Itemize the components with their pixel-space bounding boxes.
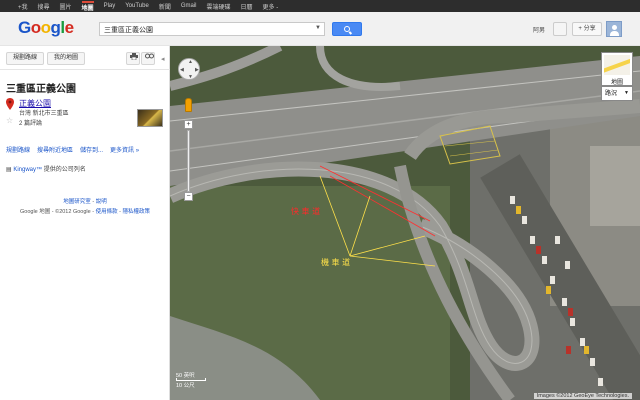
place-photo-thumbnail[interactable] xyxy=(137,109,163,127)
nav-item-news[interactable]: 新聞 xyxy=(159,2,171,11)
reviews-count[interactable]: 2 篇評論 xyxy=(19,118,42,127)
provider-brand-link[interactable]: Kingway™ xyxy=(13,167,42,173)
link-icon xyxy=(145,53,154,59)
search-icon xyxy=(344,26,350,32)
chevron-down-icon: ▼ xyxy=(624,90,629,96)
get-directions-button[interactable]: 規劃路線 xyxy=(6,52,44,65)
provider-text: 提供的公司列名 xyxy=(43,167,86,173)
place-actions: 規劃路線 搜尋附近地區 儲存到... 更多資訊 » xyxy=(6,145,139,154)
chevron-down-icon[interactable]: ▼ xyxy=(315,25,321,31)
nav-item-calendar[interactable]: 日曆 xyxy=(241,2,253,11)
map-scale: 50 英呎 10 公尺 xyxy=(176,371,236,391)
nav-item-play[interactable]: Play xyxy=(104,3,116,9)
pan-down-icon[interactable]: ▼ xyxy=(188,74,193,80)
zoom-out-button[interactable]: − xyxy=(184,192,193,201)
footer-link-privacy[interactable]: 隱私權政策 xyxy=(122,209,150,215)
building-icon: ▤ xyxy=(6,167,12,173)
nav-item-more[interactable]: 更多 - xyxy=(263,2,279,11)
top-nav-bar: +我 搜尋 圖片 地圖 Play YouTube 新聞 Gmail 雲端硬碟 日… xyxy=(0,0,640,12)
action-more-info-link[interactable]: 更多資訊 » xyxy=(110,145,139,154)
pan-right-icon[interactable]: ▶ xyxy=(195,67,199,73)
my-places-button[interactable]: 我的地圖 xyxy=(47,52,85,65)
map-type-thumbnail xyxy=(604,55,630,75)
header: Google 三重區正義公園 ▼ 阿男 + 分享 xyxy=(0,12,640,46)
annotation-fast-lane: 快 車 道 xyxy=(291,207,321,216)
footer-copyright: Google 地圖 - ©2012 Google - 使用條款 - 隱私權政策 xyxy=(19,209,150,215)
action-search-nearby-link[interactable]: 搜尋附近地區 xyxy=(37,145,73,154)
pan-up-icon[interactable]: ▲ xyxy=(188,59,193,65)
annotation-scooter-lane: 機 車 道 xyxy=(321,258,351,267)
nav-item-me[interactable]: +我 xyxy=(18,2,28,11)
footer-links: 地圖研究室 - 說明 xyxy=(63,199,107,205)
nav-item-youtube[interactable]: YouTube xyxy=(125,3,149,9)
map-marker-icon xyxy=(6,98,14,110)
star-icon[interactable]: ☆ xyxy=(6,116,13,125)
avatar[interactable] xyxy=(606,21,622,37)
place-address: 台灣 新北市三重區 xyxy=(19,111,69,117)
footer-link-labs[interactable]: 地圖研究室 xyxy=(63,199,91,205)
footer-link-terms[interactable]: 使用條款 xyxy=(96,209,118,215)
scale-meters-label: 10 公尺 xyxy=(176,383,195,389)
zoom-in-button[interactable]: + xyxy=(184,120,193,129)
panel-toolbar: 規劃路線 我的地圖 ◂ xyxy=(0,46,170,70)
satellite-imagery xyxy=(170,46,640,400)
left-panel: 規劃路線 我的地圖 ◂ 三重區正義公園 正義公園 台灣 新北市三重區 ☆ 2 篇… xyxy=(0,46,170,400)
traffic-label: 路況 xyxy=(605,91,618,97)
map-type-label: 地圖 xyxy=(610,80,623,86)
search-button[interactable] xyxy=(332,22,362,36)
print-button[interactable] xyxy=(126,52,140,65)
user-name[interactable]: 阿男 xyxy=(533,25,545,34)
map-type-button[interactable]: 地圖 xyxy=(601,52,633,86)
pan-control[interactable]: ▲ ◀ ▶ ▼ xyxy=(178,58,200,80)
place-title: 三重區正義公園 xyxy=(6,84,76,95)
footer-copyright-text: Google 地圖 - ©2012 Google - xyxy=(19,209,95,215)
zoom-slider[interactable] xyxy=(187,130,190,192)
nav-item-images[interactable]: 圖片 xyxy=(60,2,72,11)
action-save-to-link[interactable]: 儲存到... xyxy=(80,145,103,154)
satellite-map[interactable]: ▲ ◀ ▶ ▼ + − 地圖 路況 ▼ 快 車 道 機 車 道 50 英呎 10… xyxy=(170,46,640,400)
nav-item-drive[interactable]: 雲端硬碟 xyxy=(207,2,231,11)
nav-item-maps[interactable]: 地圖 xyxy=(81,0,94,12)
notifications-button[interactable] xyxy=(553,22,567,36)
traffic-layer-button[interactable]: 路況 ▼ xyxy=(601,86,633,101)
print-icon xyxy=(130,53,138,61)
pan-left-icon[interactable]: ◀ xyxy=(180,67,184,73)
footer-link-help[interactable]: 說明 xyxy=(96,199,107,205)
collapse-panel-icon[interactable]: ◂ xyxy=(161,55,165,63)
search-input[interactable]: 三重區正義公園 ▼ xyxy=(99,22,325,36)
google-logo[interactable]: Google xyxy=(18,18,74,38)
search-input-value: 三重區正義公園 xyxy=(104,27,153,34)
link-button[interactable] xyxy=(141,52,155,65)
nav-item-search[interactable]: 搜尋 xyxy=(38,2,50,11)
provider-line: ▤ Kingway™ 提供的公司列名 xyxy=(6,164,86,173)
map-attribution: Images ©2012 GeoEye Technologies. xyxy=(533,393,632,399)
pegman-street-view-icon[interactable] xyxy=(185,98,192,112)
share-button[interactable]: + 分享 xyxy=(572,22,602,36)
action-directions-link[interactable]: 規劃路線 xyxy=(6,145,30,154)
nav-item-gmail[interactable]: Gmail xyxy=(181,3,197,9)
